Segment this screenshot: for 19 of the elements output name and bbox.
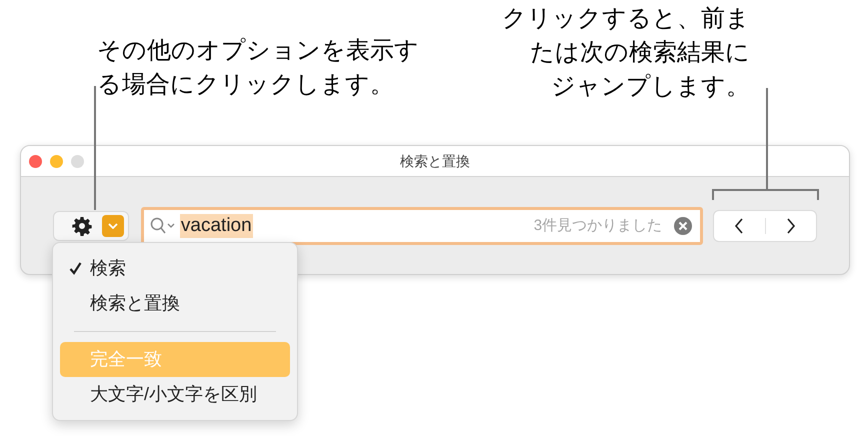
gear-icon [72,216,92,236]
search-icon [150,217,176,235]
chevron-left-icon [734,218,744,234]
menu-item[interactable]: 大文字/小文字を区別 [60,377,290,412]
window-title: 検索と置換 [399,152,471,170]
close-button[interactable] [29,154,42,168]
minimize-button[interactable] [50,154,63,168]
search-field[interactable]: vacation 3件見つかりました [140,207,704,245]
chevron-right-icon [786,218,796,234]
zoom-button[interactable] [71,154,84,168]
clear-icon[interactable] [674,217,692,235]
checkmark-icon [69,262,82,275]
menu-item[interactable]: 検索 [60,251,290,286]
menu-item[interactable]: 検索と置換 [60,286,290,321]
callout-text: その他のオプションを表示す る場合にクリックします。 [97,36,419,100]
search-text: vacation [180,214,253,238]
result-count: 3件見つかりました [534,216,662,236]
callout-text: クリックすると、前ま たは次の検索結果に ジャンプします。 [502,4,750,102]
options-button[interactable] [53,211,129,241]
